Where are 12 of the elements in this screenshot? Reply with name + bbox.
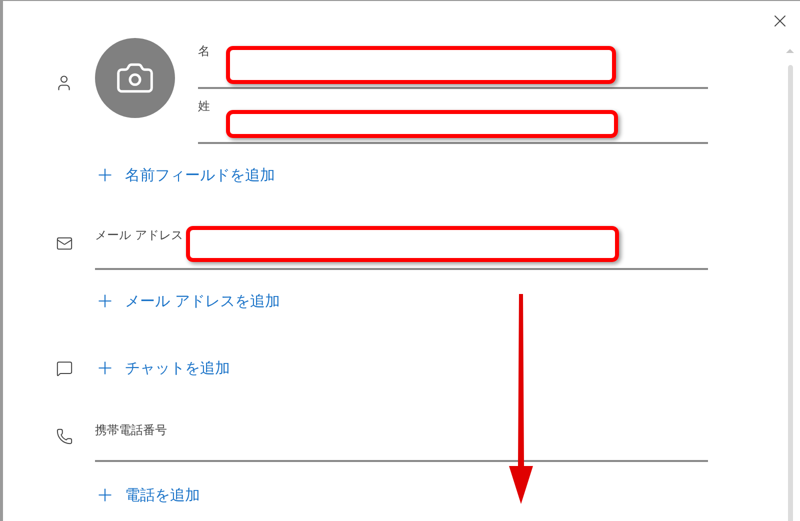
- phone-icon: [56, 428, 73, 444]
- text-field[interactable]: 姓: [198, 96, 708, 144]
- person-icon: [55, 74, 73, 92]
- add-link[interactable]: 電話を追加: [95, 484, 200, 506]
- chat-icon: [56, 360, 73, 377]
- mail-icon: [56, 234, 73, 252]
- text-field[interactable]: メール アドレス: [95, 224, 708, 270]
- add-link[interactable]: 名前フィールドを追加: [95, 164, 275, 186]
- add-link[interactable]: チャットを追加: [95, 357, 230, 380]
- scrollbar[interactable]: [786, 49, 794, 521]
- add-link[interactable]: メール アドレスを追加: [95, 290, 280, 312]
- text-field[interactable]: 名: [198, 41, 708, 89]
